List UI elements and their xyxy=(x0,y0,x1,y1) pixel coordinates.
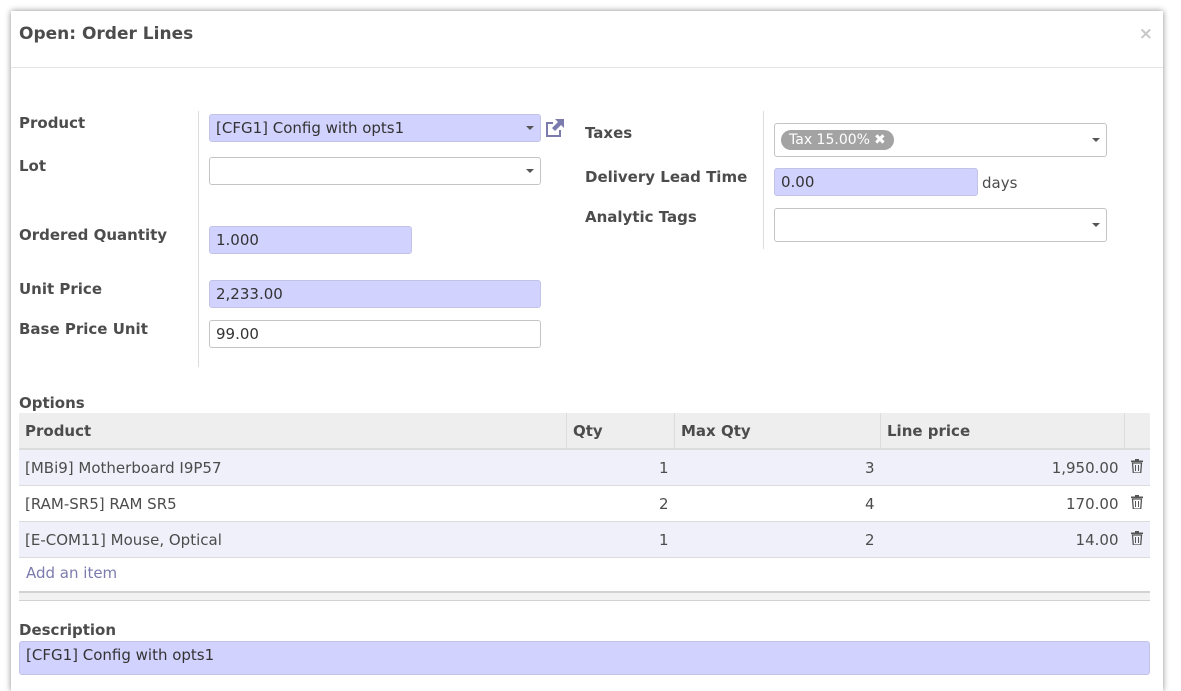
delete-row-button[interactable] xyxy=(1124,449,1150,486)
ordered-quantity-input[interactable]: 1.000 xyxy=(209,226,412,254)
cell-max-qty: 4 xyxy=(674,485,881,522)
remove-tag-icon[interactable]: ✖ xyxy=(874,132,886,148)
left-column-divider xyxy=(198,111,199,367)
right-column-divider xyxy=(763,111,764,249)
base-price-unit-input[interactable]: 99.00 xyxy=(209,320,541,348)
caret-down-icon xyxy=(526,126,534,130)
close-icon[interactable]: × xyxy=(1139,24,1153,44)
external-link-icon[interactable] xyxy=(543,116,567,140)
cell-product: [RAM-SR5] RAM SR5 xyxy=(19,485,567,522)
analytic-tags-select[interactable] xyxy=(774,208,1107,242)
trash-icon xyxy=(1131,494,1144,510)
caret-down-icon xyxy=(1092,138,1100,142)
product-select[interactable]: [CFG1] Config with opts1 xyxy=(209,114,541,142)
cell-qty: 2 xyxy=(566,485,675,522)
delete-row-button[interactable] xyxy=(1124,485,1150,522)
caret-down-icon xyxy=(526,169,534,173)
table-row[interactable]: [MBi9] Motherboard I9P57 1 3 1,950.00 xyxy=(19,449,1150,486)
base-price-unit-label: Base Price Unit xyxy=(19,320,148,338)
lot-label: Lot xyxy=(19,157,47,175)
cell-max-qty: 2 xyxy=(674,521,881,558)
cell-line-price: 170.00 xyxy=(880,485,1125,522)
lot-select[interactable] xyxy=(209,157,541,185)
caret-down-icon xyxy=(1092,223,1100,227)
cell-line-price: 1,950.00 xyxy=(880,449,1125,486)
cell-product: [E-COM11] Mouse, Optical xyxy=(19,521,567,558)
delivery-lead-time-input[interactable]: 0.00 xyxy=(774,168,978,196)
product-value: [CFG1] Config with opts1 xyxy=(216,119,405,137)
cell-max-qty: 3 xyxy=(674,449,881,486)
cell-qty: 1 xyxy=(566,449,675,486)
column-header-actions xyxy=(1124,413,1150,450)
product-label: Product xyxy=(19,114,86,132)
description-label: Description xyxy=(19,621,117,639)
section-separator xyxy=(19,591,1150,601)
trash-icon xyxy=(1131,458,1144,474)
taxes-label: Taxes xyxy=(585,124,633,142)
column-header-line-price[interactable]: Line price xyxy=(880,413,1125,450)
delete-row-button[interactable] xyxy=(1124,521,1150,558)
column-header-product[interactable]: Product xyxy=(19,413,567,450)
days-suffix: days xyxy=(982,174,1018,192)
order-line-dialog: Open: Order Lines × Product Lot Ordered … xyxy=(11,11,1163,691)
cell-qty: 1 xyxy=(566,521,675,558)
column-header-qty[interactable]: Qty xyxy=(566,413,675,450)
analytic-tags-label: Analytic Tags xyxy=(585,208,697,226)
options-section-label: Options xyxy=(19,394,85,412)
delivery-lead-time-value: 0.00 xyxy=(781,173,815,191)
unit-price-input[interactable]: 2,233.00 xyxy=(209,280,541,308)
dialog-title: Open: Order Lines xyxy=(19,24,194,44)
table-row[interactable]: [E-COM11] Mouse, Optical 1 2 14.00 xyxy=(19,521,1150,558)
tax-tag-label: Tax 15.00% xyxy=(789,132,870,148)
table-row[interactable]: [RAM-SR5] RAM SR5 2 4 170.00 xyxy=(19,485,1150,522)
trash-icon xyxy=(1131,530,1144,546)
description-value: [CFG1] Config with opts1 xyxy=(26,646,215,664)
base-price-unit-value: 99.00 xyxy=(216,325,259,343)
options-table: Product Qty Max Qty Line price [MBi9] Mo… xyxy=(19,413,1150,558)
add-item-link[interactable]: Add an item xyxy=(26,564,117,582)
delivery-lead-time-label: Delivery Lead Time xyxy=(585,168,748,186)
taxes-select[interactable]: Tax 15.00% ✖ xyxy=(774,123,1107,157)
column-header-max-qty[interactable]: Max Qty xyxy=(674,413,881,450)
unit-price-label: Unit Price xyxy=(19,280,102,298)
ordered-quantity-label: Ordered Quantity xyxy=(19,226,168,244)
table-header-row: Product Qty Max Qty Line price xyxy=(19,413,1150,450)
ordered-quantity-value: 1.000 xyxy=(216,231,259,249)
unit-price-value: 2,233.00 xyxy=(216,285,283,303)
cell-line-price: 14.00 xyxy=(880,521,1125,558)
description-textarea[interactable]: [CFG1] Config with opts1 xyxy=(19,641,1150,675)
tax-tag: Tax 15.00% ✖ xyxy=(781,130,894,150)
dialog-header: Open: Order Lines × xyxy=(11,11,1163,68)
cell-product: [MBi9] Motherboard I9P57 xyxy=(19,449,567,486)
